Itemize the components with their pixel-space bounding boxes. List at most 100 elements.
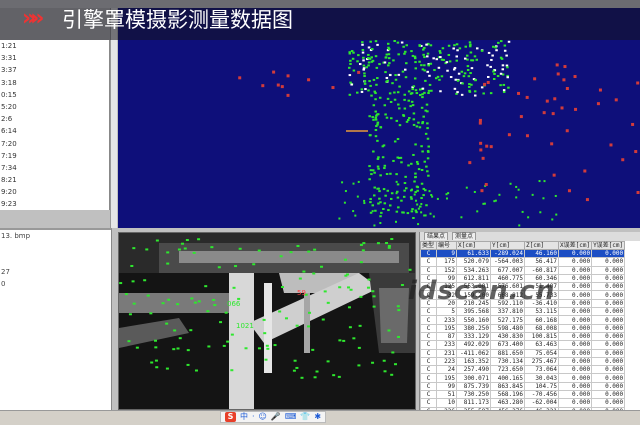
col-y[interactable]: Y[cm] — [490, 241, 525, 250]
green-point — [493, 72, 496, 75]
table-row[interactable]: C 195 300.071 400.165 30.043 0.000 0.000 — [420, 373, 626, 383]
red-point — [280, 85, 284, 89]
table-row[interactable]: C 233 492.029 673.400 63.463 0.000 0.000 — [420, 340, 626, 350]
green-point — [413, 193, 416, 196]
table-cell: 0.000 — [557, 373, 593, 383]
green-point — [375, 66, 379, 69]
ime-tools-icon[interactable]: ✱ — [314, 412, 321, 422]
target-marker — [359, 243, 363, 246]
table-row[interactable]: C 87 333.129 430.830 100.815 0.000 0.000 — [420, 331, 626, 342]
green-point — [445, 193, 448, 196]
photo-view[interactable]: 59 066 1021 — [118, 232, 416, 410]
list-item[interactable]: 1:21 — [0, 40, 109, 52]
col-z[interactable]: Z[cm] — [524, 241, 559, 250]
table-row[interactable]: C 51 730.250 568.196 -70.456 0.000 0.000 — [420, 390, 626, 400]
col-y-error[interactable]: Y误差[cm] — [591, 241, 626, 250]
table-row[interactable]: C 24 257.490 723.650 73.064 0.000 0.000 — [420, 365, 626, 375]
table-cell: 723.650 — [490, 365, 525, 375]
target-marker — [207, 345, 211, 348]
list-item[interactable]: 5:20 — [0, 101, 109, 113]
target-marker — [397, 335, 401, 338]
green-point — [426, 70, 429, 73]
table-row[interactable]: C 99 875.739 863.845 104.75 0.000 0.000 — [420, 381, 626, 392]
green-point — [424, 189, 427, 192]
list-item[interactable]: 9:23 — [0, 198, 109, 210]
table-cell: 195 — [436, 373, 457, 383]
green-point — [437, 66, 441, 69]
target-marker — [332, 374, 336, 377]
list-item[interactable]: 8:21 — [0, 174, 109, 186]
target-marker — [213, 304, 217, 307]
list-item[interactable]: 7:34 — [0, 162, 109, 174]
green-point — [360, 88, 364, 91]
green-point — [401, 211, 404, 214]
green-point — [367, 61, 371, 64]
col-x-error[interactable]: X误差[cm] — [557, 241, 593, 250]
green-point — [414, 67, 418, 70]
green-point — [368, 178, 371, 181]
green-point — [402, 45, 405, 48]
table-row[interactable]: C 152 534.263 677.007 -60.817 0.000 0.000 — [420, 265, 626, 275]
target-marker — [153, 339, 157, 342]
table-cell: C — [420, 307, 437, 317]
green-point — [387, 53, 391, 56]
table-row[interactable]: C 10 811.173 463.280 -62.004 0.000 0.000 — [420, 398, 626, 408]
ime-emoji-icon[interactable]: ☺ — [259, 412, 267, 422]
table-row[interactable]: C 5 395.568 337.810 53.115 0.000 0.000 — [420, 307, 626, 317]
image-list[interactable]: 1:21 3:31 3:37 3:18 0:15 5:20 2:6 6:14 7:20 7:19 7… — [0, 40, 110, 210]
col-type[interactable]: 类型 — [420, 241, 437, 250]
photo-canvas[interactable]: 59 066 1021 — [119, 233, 416, 410]
red-point — [585, 198, 589, 202]
green-point — [387, 57, 391, 60]
ime-skin-icon[interactable]: 👕 — [300, 412, 310, 422]
col-number[interactable]: 编号 — [436, 241, 457, 250]
red-point — [525, 95, 529, 99]
red-point — [483, 82, 487, 86]
list-item[interactable]: 0:15 — [0, 89, 109, 101]
table-row[interactable]: C 233 550.160 527.175 60.168 0.000 0.000 — [420, 315, 626, 325]
list-item[interactable]: 2:6 — [0, 113, 109, 125]
table-cell: 430.830 — [490, 331, 525, 342]
list-item[interactable]: 7:20 — [0, 138, 109, 150]
ime-chinese-toggle[interactable]: 中 — [240, 412, 248, 422]
table-row[interactable]: C 175 520.079 -564.003 56.417 0.000 0.000 — [420, 257, 626, 267]
green-point — [427, 92, 430, 95]
green-point — [397, 206, 400, 209]
info-line — [0, 242, 111, 254]
green-point — [417, 207, 420, 210]
green-point — [426, 122, 429, 125]
table-cell: 400.165 — [490, 373, 525, 383]
ime-toolbar[interactable]: S 中 · ☺ 🎤 ⌨ 👕 ✱ — [220, 411, 327, 423]
list-item[interactable]: 3:31 — [0, 52, 109, 64]
target-marker — [204, 285, 208, 288]
table-cell: 233 — [436, 340, 457, 350]
photo-label: 1021 — [236, 322, 254, 330]
red-point — [636, 81, 640, 85]
green-point — [400, 199, 403, 202]
ime-punct-icon[interactable]: · — [252, 412, 255, 422]
red-point — [621, 158, 625, 162]
green-point — [421, 150, 424, 153]
list-item[interactable]: 3:37 — [0, 64, 109, 76]
target-marker — [342, 339, 346, 342]
table-cell: 0.000 — [557, 315, 593, 325]
green-point — [372, 78, 376, 81]
green-point — [542, 197, 545, 200]
tab-results[interactable]: 结果点 — [424, 232, 449, 240]
list-item[interactable]: 3:18 — [0, 77, 109, 89]
sogou-logo-icon[interactable]: S — [225, 412, 236, 422]
list-item[interactable]: 6:14 — [0, 125, 109, 137]
green-point — [371, 204, 375, 207]
target-marker — [293, 359, 297, 362]
ime-keyboard-icon[interactable]: ⌨ — [285, 412, 297, 422]
table-row[interactable]: C 195 380.250 598.480 68.008 0.000 0.000 — [420, 323, 626, 333]
col-x[interactable]: X[cm] — [456, 241, 491, 250]
tab-measured[interactable]: 测量点 — [452, 232, 477, 240]
list-item[interactable]: 7:19 — [0, 150, 109, 162]
red-point — [550, 142, 554, 146]
list-item[interactable]: 9:20 — [0, 186, 109, 198]
table-row[interactable]: C 223 163.352 730.134 275.467 0.000 0.000 — [420, 356, 626, 367]
ime-voice-icon[interactable]: 🎤 — [271, 412, 281, 422]
table-row[interactable]: C 9 61.633 -289.024 46.160 0.000 0.000 — [420, 248, 626, 259]
table-row[interactable]: C 231 -411.062 881.650 75.054 0.000 0.000 — [420, 348, 626, 358]
